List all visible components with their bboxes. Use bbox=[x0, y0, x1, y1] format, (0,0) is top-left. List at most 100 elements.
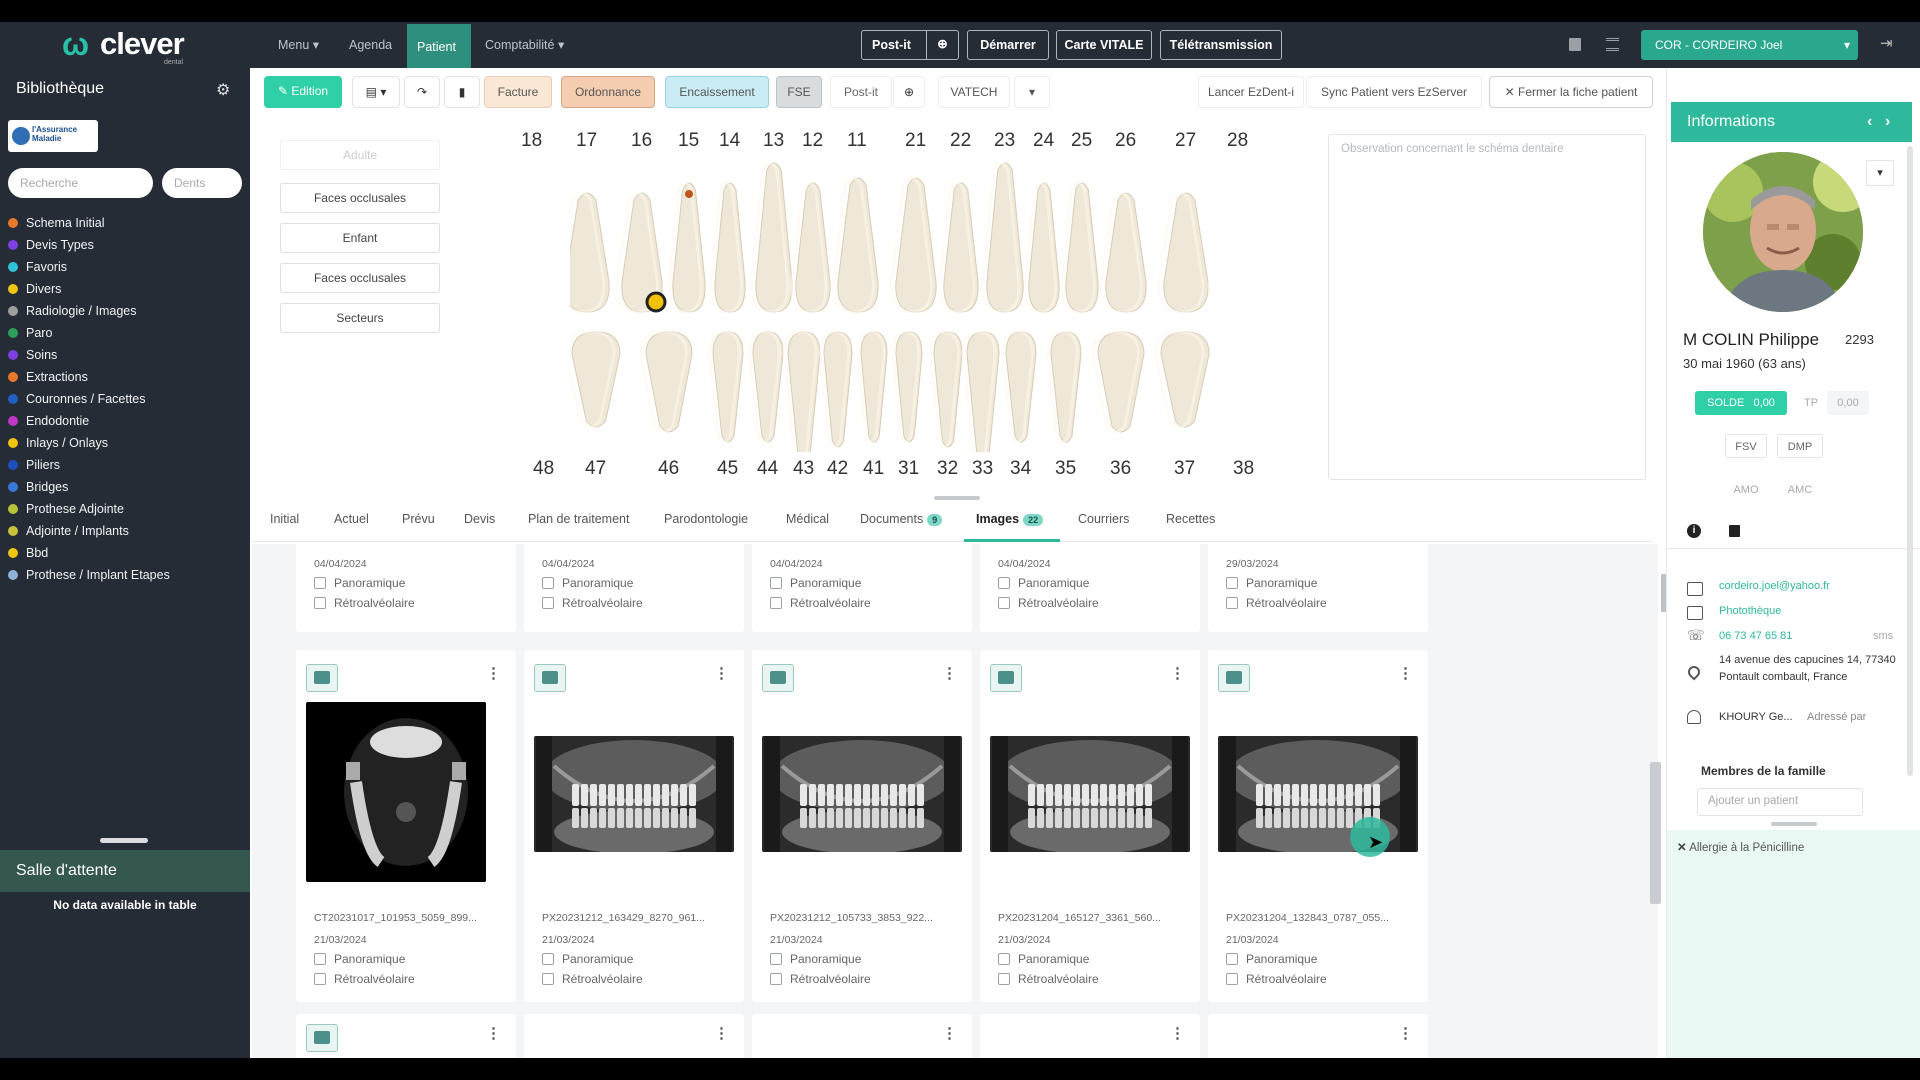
panoramique-checkbox[interactable]: Panoramique bbox=[1226, 952, 1317, 966]
phototheque-link[interactable]: Photothèque bbox=[1719, 603, 1781, 620]
image-card[interactable]: ⋮ PX20231204_132843_0787_055... 21/03/20… bbox=[1208, 650, 1428, 1002]
content-scrollbar[interactable] bbox=[1650, 762, 1661, 904]
tooth-number[interactable]: 36 bbox=[1110, 458, 1131, 480]
tooth-number[interactable]: 22 bbox=[950, 130, 971, 152]
library-item[interactable]: Prothese / Implant Etapes bbox=[8, 564, 248, 586]
image-card[interactable]: 29/03/2024 Panoramique Rétroalvéolaire bbox=[1208, 544, 1428, 632]
retroalveolaire-checkbox[interactable]: Rétroalvéolaire bbox=[1226, 972, 1327, 986]
panoramique-checkbox[interactable]: Panoramique bbox=[1226, 576, 1317, 590]
upper-tooth[interactable] bbox=[981, 161, 1024, 314]
image-card[interactable]: ⋮ bbox=[296, 1014, 516, 1058]
tooth-number[interactable]: 24 bbox=[1033, 130, 1054, 152]
kebab-menu-icon[interactable]: ⋮ bbox=[1170, 1024, 1185, 1042]
lower-tooth[interactable] bbox=[1045, 330, 1082, 444]
upper-tooth[interactable] bbox=[1060, 181, 1099, 314]
checkbox-box[interactable] bbox=[542, 577, 554, 589]
lower-tooth[interactable] bbox=[638, 330, 693, 434]
library-item[interactable]: Soins bbox=[8, 344, 248, 366]
patient-email[interactable]: cordeiro.joel@yahoo.fr bbox=[1719, 578, 1830, 595]
retroalveolaire-checkbox[interactable]: Rétroalvéolaire bbox=[542, 972, 643, 986]
checkbox-box[interactable] bbox=[542, 953, 554, 965]
panoramique-checkbox[interactable]: Panoramique bbox=[542, 576, 633, 590]
tooth-number[interactable]: 13 bbox=[763, 130, 784, 152]
upper-tooth[interactable] bbox=[709, 181, 746, 314]
faded-chart-button[interactable]: Adulte bbox=[280, 140, 440, 170]
chart-resize-handle[interactable] bbox=[934, 496, 980, 500]
logout-icon[interactable]: ⇥ bbox=[1880, 34, 1893, 52]
kebab-menu-icon[interactable]: ⋮ bbox=[1398, 664, 1413, 682]
app-logo[interactable]: ω clever dental bbox=[62, 26, 202, 66]
tab-prévu[interactable]: Prévu bbox=[402, 512, 435, 526]
amc-button[interactable]: AMC bbox=[1777, 478, 1823, 502]
retroalveolaire-checkbox[interactable]: Rétroalvéolaire bbox=[998, 596, 1099, 610]
tooth-number[interactable]: 21 bbox=[905, 130, 926, 152]
tooth-number[interactable]: 48 bbox=[533, 458, 554, 480]
upper-tooth[interactable] bbox=[750, 161, 793, 314]
upper-tooth[interactable] bbox=[1207, 203, 1210, 312]
panoramique-checkbox[interactable]: Panoramique bbox=[314, 952, 405, 966]
tooth-number[interactable]: 41 bbox=[863, 458, 884, 480]
fse-button[interactable]: FSE bbox=[776, 76, 822, 108]
demarrer-button[interactable]: Démarrer bbox=[967, 30, 1049, 60]
image-type-icon[interactable] bbox=[534, 664, 566, 692]
print-button[interactable]: ▤ ▾ bbox=[352, 76, 400, 108]
checkbox-box[interactable] bbox=[314, 597, 326, 609]
toolbar-postit-button[interactable]: Post-it bbox=[830, 76, 892, 108]
lower-tooth[interactable] bbox=[1000, 330, 1037, 444]
image-type-icon[interactable] bbox=[762, 664, 794, 692]
teeth-filter-input[interactable]: Dents bbox=[162, 168, 242, 198]
image-card[interactable]: ⋮ PX20231204_165127_3361_560... 21/03/20… bbox=[980, 650, 1200, 1002]
kebab-menu-icon[interactable]: ⋮ bbox=[1398, 1024, 1413, 1042]
upper-tooth[interactable] bbox=[831, 176, 879, 314]
image-card[interactable]: 04/04/2024 Panoramique Rétroalvéolaire bbox=[980, 544, 1200, 632]
dmp-button[interactable]: DMP bbox=[1777, 434, 1823, 458]
checkbox-box[interactable] bbox=[770, 973, 782, 985]
tab-parodontologie[interactable]: Parodontologie bbox=[664, 512, 748, 526]
nav-agenda[interactable]: Agenda bbox=[339, 22, 402, 68]
upper-tooth[interactable] bbox=[570, 191, 610, 314]
tab-courriers[interactable]: Courriers bbox=[1078, 512, 1129, 526]
calendar-tab-icon[interactable] bbox=[1729, 525, 1740, 537]
tooth-number[interactable]: 42 bbox=[827, 458, 848, 480]
checkbox-box[interactable] bbox=[542, 597, 554, 609]
toolbar-postit-add-icon[interactable]: ⊕ bbox=[893, 76, 925, 108]
encaissement-button[interactable]: Encaissement bbox=[665, 76, 769, 108]
image-card[interactable]: ⋮ bbox=[752, 1014, 972, 1058]
tooth-number[interactable]: 43 bbox=[793, 458, 814, 480]
checkbox-box[interactable] bbox=[1226, 597, 1238, 609]
image-card[interactable]: ⋮ bbox=[980, 1014, 1200, 1058]
grid-icon[interactable] bbox=[1606, 38, 1619, 51]
kebab-menu-icon[interactable]: ⋮ bbox=[714, 1024, 729, 1042]
kebab-menu-icon[interactable]: ⋮ bbox=[1170, 664, 1185, 682]
retroalveolaire-checkbox[interactable]: Rétroalvéolaire bbox=[770, 972, 871, 986]
library-item[interactable]: Divers bbox=[8, 278, 248, 300]
library-item[interactable]: Endodontie bbox=[8, 410, 248, 432]
tab-documents[interactable]: Documents 9 bbox=[860, 512, 943, 526]
checkbox-box[interactable] bbox=[314, 577, 326, 589]
image-card[interactable]: ⋮ CT20231017_101953_5059_899... 21/03/20… bbox=[296, 650, 516, 1002]
tooth-number[interactable]: 28 bbox=[1227, 130, 1248, 152]
tooth-number[interactable]: 27 bbox=[1175, 130, 1196, 152]
retroalveolaire-checkbox[interactable]: Rétroalvéolaire bbox=[314, 596, 415, 610]
dental-observation-textarea[interactable]: Observation concernant le schéma dentair… bbox=[1328, 134, 1646, 480]
retroalveolaire-checkbox[interactable]: Rétroalvéolaire bbox=[1226, 596, 1327, 610]
solde-badge[interactable]: SOLDE 0,00 bbox=[1695, 391, 1787, 415]
retroalveolaire-checkbox[interactable]: Rétroalvéolaire bbox=[314, 972, 415, 986]
retroalveolaire-checkbox[interactable]: Rétroalvéolaire bbox=[542, 596, 643, 610]
panoramique-checkbox[interactable]: Panoramique bbox=[770, 576, 861, 590]
lower-tooth[interactable] bbox=[891, 330, 923, 444]
gear-icon[interactable]: ⚙ bbox=[216, 80, 234, 99]
image-type-icon[interactable] bbox=[306, 664, 338, 692]
tooth-number[interactable]: 33 bbox=[972, 458, 993, 480]
info-icon[interactable]: i bbox=[1687, 524, 1701, 538]
image-type-icon[interactable] bbox=[990, 664, 1022, 692]
upper-tooth[interactable] bbox=[790, 181, 831, 314]
library-item[interactable]: Paro bbox=[8, 322, 248, 344]
tooth-number[interactable]: 18 bbox=[521, 130, 542, 152]
checkbox-box[interactable] bbox=[998, 577, 1010, 589]
radiation-icon[interactable] bbox=[645, 291, 667, 313]
ordonnance-button[interactable]: Ordonnance bbox=[561, 76, 655, 108]
tab-devis[interactable]: Devis bbox=[464, 512, 495, 526]
kebab-menu-icon[interactable]: ⋮ bbox=[486, 1024, 501, 1042]
library-search-input[interactable]: Recherche bbox=[8, 168, 153, 198]
